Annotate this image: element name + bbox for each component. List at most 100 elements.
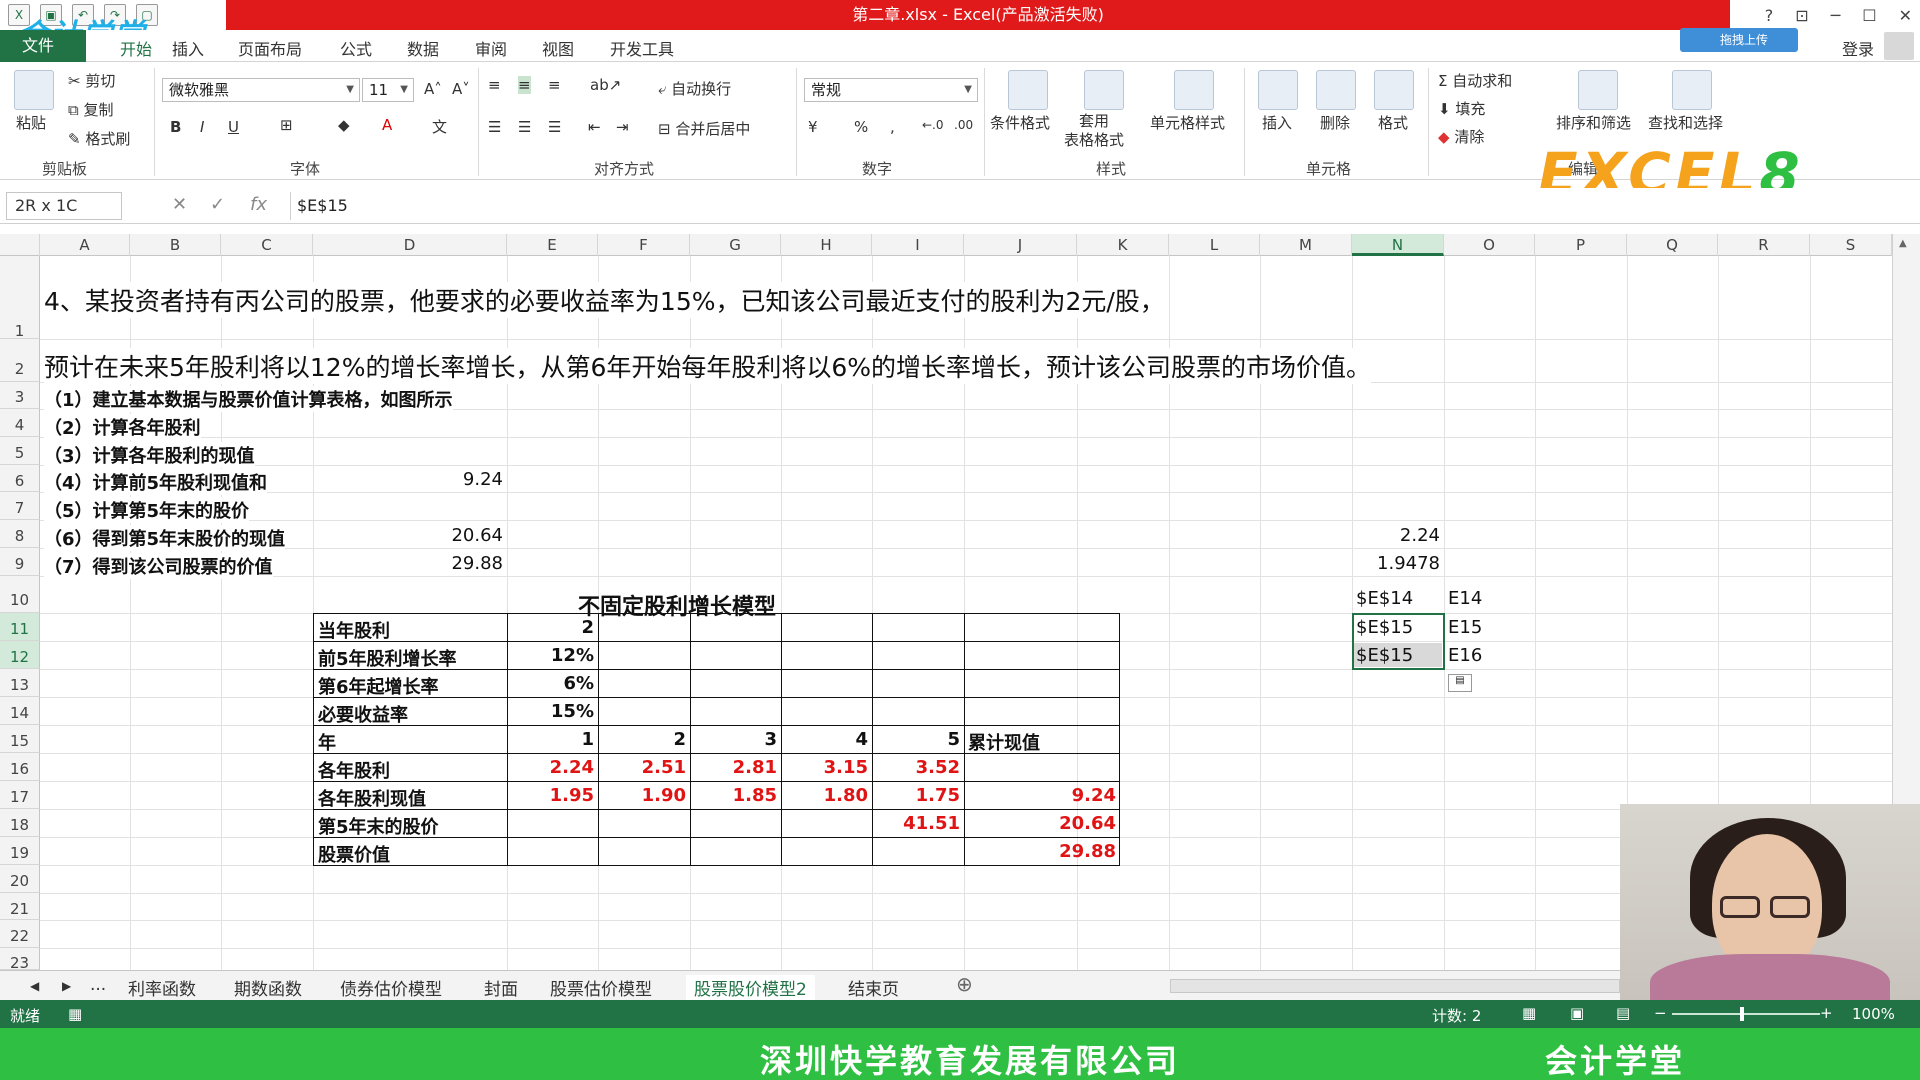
shrink-font-icon[interactable]: A˅ xyxy=(452,80,470,98)
decrease-indent-icon[interactable]: ⇤ xyxy=(588,118,601,136)
column-header[interactable]: C xyxy=(221,234,313,256)
normal-view-icon[interactable]: ▦ xyxy=(1522,1004,1536,1022)
find-select-button[interactable]: 查找和选择 xyxy=(1648,112,1723,133)
name-box[interactable]: 2R x 1C xyxy=(6,192,122,220)
row-header[interactable]: 13 xyxy=(0,669,40,697)
row-header[interactable]: 7 xyxy=(0,492,40,520)
align-bottom-icon[interactable]: ≡ xyxy=(548,76,561,94)
row-header[interactable]: 3 xyxy=(0,382,40,409)
cut-button[interactable]: ✂ 剪切 xyxy=(68,70,115,91)
zoom-slider-thumb[interactable] xyxy=(1740,1007,1744,1021)
insert-cells-button[interactable]: 插入 xyxy=(1262,112,1292,133)
sheet-tab[interactable]: 债券估价模型 xyxy=(340,975,442,1000)
scroll-tabs-left-icon[interactable]: ◀ xyxy=(30,979,39,993)
binoculars-icon[interactable] xyxy=(1672,70,1712,110)
more-sheets-button[interactable]: ... xyxy=(90,975,106,995)
row-header[interactable]: 14 xyxy=(0,697,40,725)
merge-center-button[interactable]: ⊟ 合并后居中 xyxy=(658,118,750,139)
ribbon-display-icon[interactable]: ⊡ xyxy=(1795,6,1808,25)
zoom-slider[interactable] xyxy=(1672,1013,1820,1015)
horizontal-scrollbar[interactable] xyxy=(1170,979,1620,993)
cancel-icon[interactable]: ✕ xyxy=(172,194,187,215)
zoom-out-icon[interactable]: − xyxy=(1654,1004,1667,1022)
formula-input[interactable]: $E$15 xyxy=(290,192,1906,220)
bold-button[interactable]: B xyxy=(170,118,181,136)
zoom-in-icon[interactable]: + xyxy=(1820,1004,1833,1022)
increase-decimal-icon[interactable]: ←.0 xyxy=(922,118,944,132)
tab-formulas[interactable]: 公式 xyxy=(340,36,372,60)
row-header[interactable]: 9 xyxy=(0,548,40,576)
column-header[interactable]: D xyxy=(313,234,507,256)
format-cells-button[interactable]: 格式 xyxy=(1378,112,1408,133)
percent-button[interactable]: % xyxy=(854,118,868,136)
delete-cells-button[interactable]: 删除 xyxy=(1320,112,1350,133)
column-header[interactable]: P xyxy=(1535,234,1627,256)
page-layout-view-icon[interactable]: ▣ xyxy=(1570,1004,1584,1022)
column-header[interactable]: B xyxy=(130,234,221,256)
column-header[interactable]: E xyxy=(507,234,598,256)
selection-range[interactable] xyxy=(1352,613,1445,670)
sheet-tab[interactable]: 封面 xyxy=(484,975,518,1000)
align-right-icon[interactable]: ☰ xyxy=(548,118,561,136)
row-header-selected[interactable]: 11 xyxy=(0,613,40,641)
column-header[interactable]: F xyxy=(598,234,690,256)
row-header[interactable]: 8 xyxy=(0,520,40,548)
enter-icon[interactable]: ✓ xyxy=(210,194,225,215)
insert-cells-icon[interactable] xyxy=(1258,70,1298,110)
italic-button[interactable]: I xyxy=(200,118,204,136)
column-header-selected[interactable]: N xyxy=(1352,234,1444,256)
scroll-up-icon[interactable]: ▲ xyxy=(1899,238,1907,249)
select-all-corner[interactable] xyxy=(0,234,40,256)
underline-button[interactable]: U xyxy=(228,118,239,136)
maximize-icon[interactable]: ☐ xyxy=(1862,6,1876,25)
row-header[interactable]: 10 xyxy=(0,576,40,613)
format-cells-icon[interactable] xyxy=(1374,70,1414,110)
cloud-upload-button[interactable]: 拖拽上传 xyxy=(1680,28,1798,52)
column-header[interactable]: M xyxy=(1260,234,1352,256)
tab-review[interactable]: 审阅 xyxy=(475,36,507,60)
orientation-icon[interactable]: ab↗ xyxy=(590,76,621,94)
tab-developer[interactable]: 开发工具 xyxy=(610,36,674,60)
increase-indent-icon[interactable]: ⇥ xyxy=(616,118,629,136)
sheet-tab-active[interactable]: 股票股价模型2 xyxy=(686,975,815,1002)
paste-button[interactable]: 粘贴 xyxy=(16,112,46,133)
row-header[interactable]: 23 xyxy=(0,948,40,972)
close-icon[interactable]: ✕ xyxy=(1899,6,1912,25)
sheet-tab[interactable]: 结束页 xyxy=(848,975,899,1000)
row-header[interactable]: 20 xyxy=(0,865,40,893)
page-break-view-icon[interactable]: ▤ xyxy=(1616,1004,1630,1022)
format-painter-button[interactable]: ✎ 格式刷 xyxy=(68,128,130,149)
column-header[interactable]: A xyxy=(40,234,130,256)
delete-cells-icon[interactable] xyxy=(1316,70,1356,110)
sort-filter-icon[interactable] xyxy=(1578,70,1618,110)
decrease-decimal-icon[interactable]: .00 xyxy=(954,118,973,132)
conditional-format-icon[interactable] xyxy=(1008,70,1048,110)
row-header[interactable]: 22 xyxy=(0,920,40,948)
fill-color-icon[interactable]: ◆ xyxy=(338,116,350,134)
currency-icon[interactable]: ¥ xyxy=(808,118,818,136)
macro-record-icon[interactable]: ▦ xyxy=(68,1005,82,1023)
tab-file[interactable]: 文件 xyxy=(0,30,86,62)
zoom-level[interactable]: 100% xyxy=(1852,1005,1895,1023)
column-header[interactable]: J xyxy=(964,234,1077,256)
column-header[interactable]: R xyxy=(1718,234,1810,256)
column-header[interactable]: K xyxy=(1077,234,1169,256)
row-header[interactable]: 19 xyxy=(0,837,40,865)
tab-insert[interactable]: 插入 xyxy=(172,36,204,60)
cell-styles-icon[interactable] xyxy=(1174,70,1214,110)
row-header[interactable]: 21 xyxy=(0,893,40,920)
copy-button[interactable]: ⧉ 复制 xyxy=(68,99,114,120)
wrap-text-button[interactable]: ⤶ 自动换行 xyxy=(658,78,731,99)
tab-data[interactable]: 数据 xyxy=(407,36,439,60)
comma-button[interactable]: , xyxy=(890,118,895,136)
clear-button[interactable]: ◆ 清除 xyxy=(1438,126,1484,147)
column-header[interactable]: I xyxy=(872,234,964,256)
autosum-button[interactable]: Σ 自动求和 xyxy=(1438,70,1512,91)
scroll-tabs-right-icon[interactable]: ▶ xyxy=(62,979,71,993)
row-header[interactable]: 6 xyxy=(0,465,40,492)
add-sheet-icon[interactable]: ⊕ xyxy=(956,972,973,996)
row-header[interactable]: 15 xyxy=(0,725,40,753)
column-header[interactable]: H xyxy=(781,234,872,256)
column-header[interactable]: O xyxy=(1444,234,1535,256)
sheet-tab[interactable]: 期数函数 xyxy=(234,975,302,1000)
